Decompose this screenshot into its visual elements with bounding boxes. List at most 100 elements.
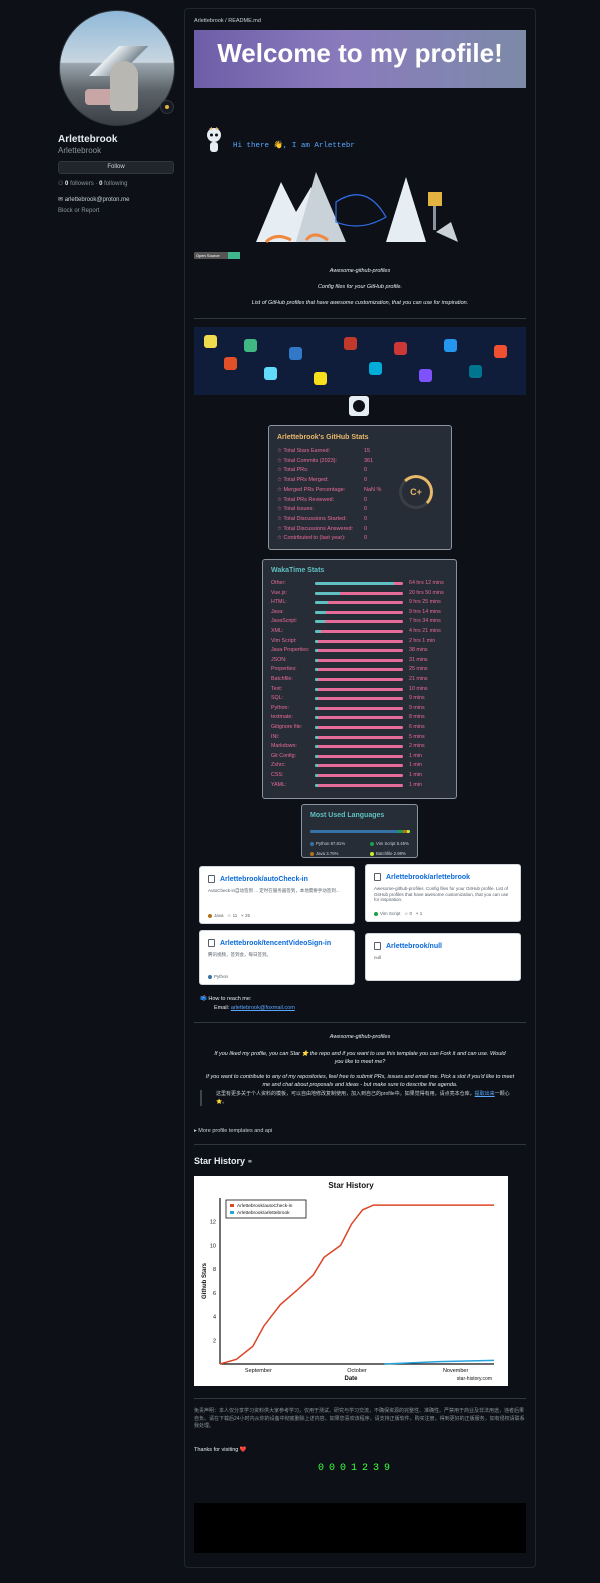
pin-title[interactable]: Arlettebrook/arlettebrook bbox=[374, 873, 470, 881]
star-history-chart[interactable]: Star History 2 4 6 8 10 12 September October Nove… bbox=[194, 1176, 508, 1386]
pin-language: Python bbox=[214, 974, 229, 979]
wakatime-time: 1 min bbox=[409, 781, 422, 788]
language-dot bbox=[208, 974, 212, 979]
star-history-heading: Star History ⚭ bbox=[194, 1156, 253, 1166]
wakatime-bar bbox=[315, 610, 403, 614]
wakatime-time: 20 hrs 50 mins bbox=[409, 589, 444, 596]
star-icon[interactable]: ☆ bbox=[227, 913, 231, 918]
link-icon[interactable]: ⚭ bbox=[245, 1159, 253, 1166]
fork-icon[interactable]: ⑂ bbox=[241, 913, 244, 918]
followers-summary: ⚇ 0 followers · 0 following bbox=[58, 181, 128, 187]
wakatime-label: SQL: bbox=[271, 695, 284, 702]
stat-value: 0 bbox=[364, 496, 368, 503]
star-icon[interactable]: ☆ bbox=[404, 911, 408, 916]
wakatime-label: Vim Script: bbox=[271, 637, 297, 644]
followers-label[interactable]: followers bbox=[70, 181, 94, 187]
stat-value: 15 bbox=[364, 448, 371, 454]
visitor-counter: 0001239 bbox=[318, 1463, 396, 1474]
pin-forks[interactable]: 1 bbox=[420, 911, 423, 916]
email-text[interactable]: arlettebrook@proton.me bbox=[65, 197, 130, 203]
wakatime-time: 9 hrs 25 mins bbox=[409, 599, 441, 606]
pin-title[interactable]: Arlettebrook/null bbox=[374, 942, 442, 950]
divider bbox=[194, 1144, 526, 1145]
reach-heading: 📫 How to reach me: bbox=[200, 996, 252, 1002]
pin-description: Awesome-github-profiles. Config files fo… bbox=[374, 886, 509, 902]
language-name: Python 87.81% bbox=[316, 841, 346, 846]
block-report-link[interactable]: Block or Report bbox=[58, 208, 99, 214]
outro-paragraph-2: If you want to contribute to any of my r… bbox=[205, 1074, 515, 1088]
wakatime-bar bbox=[315, 783, 403, 787]
github-icon[interactable] bbox=[349, 396, 369, 416]
following-count[interactable]: 0 bbox=[99, 181, 102, 187]
stat-row: ☆ Total PRs Reviewed: bbox=[277, 497, 334, 503]
note-link[interactable]: 提取出来 bbox=[475, 1091, 495, 1097]
stat-row: ☆ Total Discussions Answered: bbox=[277, 526, 353, 532]
pinned-repo-card[interactable]: Arlettebrook/arlettebrook Awesome-github… bbox=[365, 864, 521, 922]
wakatime-bar bbox=[315, 764, 403, 768]
wakatime-bar bbox=[315, 706, 403, 710]
stat-label: Contributed to (last year): bbox=[283, 535, 346, 542]
avatar[interactable] bbox=[59, 10, 175, 126]
y-tick-label: 2 bbox=[213, 1338, 216, 1344]
followers-count[interactable]: 0 bbox=[65, 181, 68, 187]
pin-title[interactable]: Arlettebrook/tencentVideoSign-in bbox=[208, 939, 331, 947]
wakatime-bar bbox=[315, 668, 403, 672]
badge-label: Open Source bbox=[196, 253, 220, 258]
open-source-badge[interactable]: Open Source bbox=[194, 252, 240, 259]
pin-forks[interactable]: 25 bbox=[245, 913, 250, 918]
stat-label: Total Commits (2023): bbox=[283, 457, 338, 464]
wakatime-label: Java: bbox=[271, 608, 284, 615]
divider bbox=[194, 318, 526, 319]
chart-credit: star-history.com bbox=[457, 1376, 492, 1382]
wakatime-bar bbox=[315, 754, 403, 758]
wakatime-time: 10 mins bbox=[409, 685, 428, 692]
profile-login: Arlettebrook bbox=[58, 146, 102, 155]
x-axis-label: Date bbox=[344, 1376, 358, 1382]
note-text: 这里有更多关于个人资料的模板，可以自由地修改复制使用，加入到自己的profile… bbox=[216, 1091, 475, 1097]
email-link[interactable]: arlettebrook@foxmail.com bbox=[231, 1005, 295, 1011]
follow-button[interactable]: Follow bbox=[58, 161, 174, 174]
status-icon[interactable] bbox=[160, 100, 174, 114]
following-label[interactable]: following bbox=[104, 181, 127, 187]
language-dot bbox=[374, 911, 378, 916]
pinned-repo-card[interactable]: Arlettebrook/null null bbox=[365, 933, 521, 981]
pin-meta: Vim Script ☆ 0 ⑂ 1 bbox=[374, 911, 422, 917]
readme-path[interactable]: Arlettebrook / README.md bbox=[194, 18, 261, 24]
wakatime-time: 8 mins bbox=[409, 714, 425, 721]
stat-label: Total PRs Merged: bbox=[283, 477, 329, 484]
pin-stars[interactable]: 11 bbox=[233, 913, 238, 918]
star-history-heading-text: Star History bbox=[194, 1156, 246, 1166]
stat-row: ☆ Total PRs Merged: bbox=[277, 477, 329, 483]
pin-title[interactable]: Arlettebrook/autoCheck-in bbox=[208, 875, 308, 883]
wakatime-label: XML: bbox=[271, 628, 284, 634]
language-name: Vim Script 5.45% bbox=[376, 841, 409, 846]
pin-meta: Python bbox=[208, 974, 228, 979]
typing-greeting: Hi there 👋, I am Arlettebr bbox=[233, 142, 355, 150]
pinned-repo-card[interactable]: Arlettebrook/autoCheck-in AutoCheck-in自动… bbox=[199, 866, 355, 924]
grade-ring: C+ bbox=[399, 475, 433, 509]
language-dot bbox=[370, 841, 374, 846]
footer-animation bbox=[194, 1503, 526, 1553]
divider bbox=[194, 1398, 526, 1399]
wakatime-bar bbox=[315, 591, 403, 595]
pinned-repo-card[interactable]: Arlettebrook/tencentVideoSign-in 腾讯视频，签到… bbox=[199, 930, 355, 985]
list-line: List of GitHub profiles that have awesom… bbox=[251, 300, 469, 306]
wakatime-time: 9 mins bbox=[409, 695, 425, 702]
wakatime-time: 5 mins bbox=[409, 733, 425, 740]
wakatime-label: Java Properties: bbox=[271, 647, 310, 654]
more-templates-toggle[interactable]: ▸ More profile templates and api bbox=[194, 1128, 272, 1134]
welcome-banner: Welcome to my profile! bbox=[194, 30, 526, 88]
profile-email[interactable]: ✉ arlettebrook@proton.me bbox=[58, 196, 130, 203]
language-name: Java 3.76% bbox=[316, 851, 339, 856]
profile-name: Arlettebrook bbox=[58, 134, 118, 145]
wakatime-bar bbox=[315, 620, 403, 624]
stat-value: 0 bbox=[364, 467, 368, 474]
pin-stars[interactable]: 0 bbox=[410, 911, 413, 916]
wakatime-bar bbox=[315, 687, 403, 691]
fork-icon[interactable]: ⑂ bbox=[416, 911, 419, 916]
wakatime-bar bbox=[315, 726, 403, 729]
wakatime-bar bbox=[315, 639, 403, 643]
stat-row: ☆ Total Issues: bbox=[277, 506, 314, 512]
wakatime-label: Text: bbox=[271, 685, 283, 692]
wakatime-bar bbox=[315, 697, 403, 701]
